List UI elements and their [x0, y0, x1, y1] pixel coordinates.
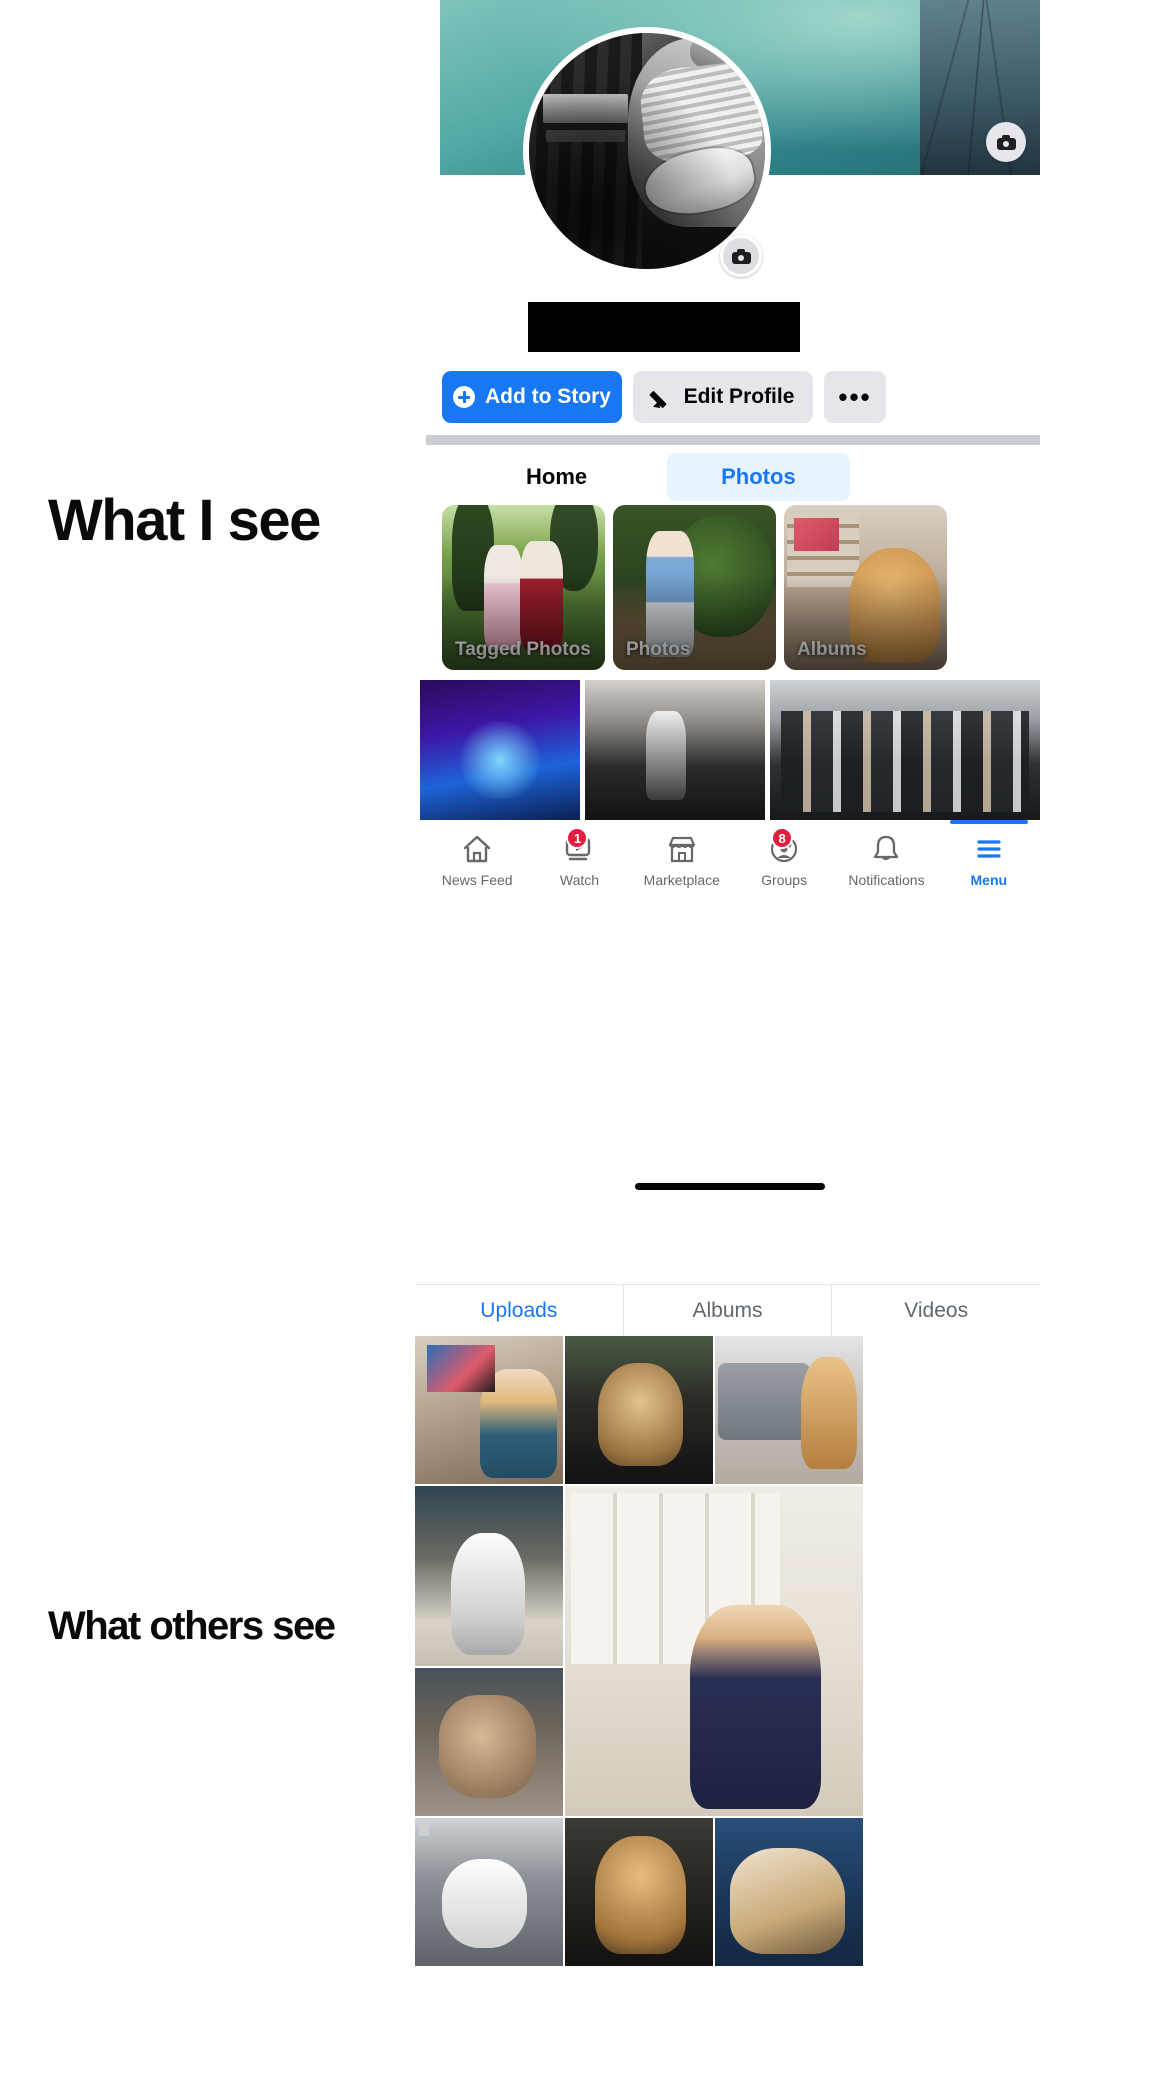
- nav-item-notifications[interactable]: Notifications: [841, 834, 931, 888]
- tab-videos[interactable]: Videos: [832, 1285, 1040, 1336]
- tab-uploads[interactable]: Uploads: [415, 1285, 624, 1336]
- edit-profile-button[interactable]: Edit Profile: [633, 371, 813, 423]
- photos-screenshot: Uploads Albums Videos: [415, 1252, 1040, 2080]
- profile-screenshot: Add to Story Edit Profile ••• Home Photo…: [420, 0, 1040, 1200]
- active-tab-indicator: [949, 820, 1028, 824]
- grid-photo[interactable]: [565, 1336, 713, 1484]
- video-play-icon: 1: [562, 827, 596, 864]
- add-to-story-label: Add to Story: [485, 385, 611, 408]
- tile-label: Photos: [626, 639, 691, 660]
- grid-photo[interactable]: [415, 1818, 563, 1966]
- nav-label: Watch: [559, 872, 600, 888]
- section-divider: [426, 435, 1040, 445]
- tab-photos[interactable]: Photos: [667, 453, 850, 501]
- nav-item-menu[interactable]: Menu: [944, 820, 1034, 888]
- bell-icon: [869, 834, 903, 864]
- camera-glyph: [996, 134, 1016, 150]
- photos-tab-row: Uploads Albums Videos: [415, 1284, 1040, 1336]
- bottom-navigation-bar: News Feed 1 Watch Marketplace 8 Groups N…: [426, 820, 1040, 916]
- tile-label: Albums: [797, 639, 867, 660]
- profile-tab-strip: Home Photos: [426, 453, 1040, 501]
- add-to-story-button[interactable]: Add to Story: [442, 371, 622, 423]
- nav-label: Marketplace: [643, 872, 720, 888]
- avatar-image: [529, 33, 765, 269]
- photo-thumbnail[interactable]: [420, 680, 580, 820]
- edit-profile-label: Edit Profile: [683, 385, 795, 408]
- home-icon: [460, 834, 494, 864]
- more-options-button[interactable]: •••: [824, 371, 886, 423]
- nav-label: Notifications: [848, 872, 925, 888]
- nav-item-marketplace[interactable]: Marketplace: [637, 834, 727, 888]
- profile-name-redacted: [528, 302, 800, 352]
- tile-tagged-photos[interactable]: Tagged Photos: [442, 505, 605, 670]
- photo-grid: [415, 1336, 1040, 2080]
- grid-photo[interactable]: [715, 1818, 863, 1966]
- nav-item-news-feed[interactable]: News Feed: [432, 834, 522, 888]
- grid-photo[interactable]: [415, 1486, 563, 1666]
- storefront-icon: [665, 834, 699, 864]
- plus-circle-icon: [453, 386, 475, 408]
- grid-photo[interactable]: [715, 1336, 863, 1484]
- nav-label: Groups: [761, 872, 808, 888]
- nav-item-watch[interactable]: 1 Watch: [534, 827, 624, 888]
- nav-item-groups[interactable]: 8 Groups: [739, 827, 829, 888]
- grid-photo[interactable]: [565, 1818, 713, 1966]
- nav-label: Menu: [970, 872, 1008, 888]
- ellipsis-icon: •••: [838, 381, 872, 412]
- photo-thumbnail[interactable]: [585, 680, 765, 820]
- photo-thumbnail[interactable]: [770, 680, 1040, 820]
- camera-icon[interactable]: [720, 235, 762, 277]
- camera-icon[interactable]: [986, 122, 1026, 162]
- annotation-what-others-see: What others see: [48, 1604, 336, 1648]
- groups-icon: 8: [767, 827, 801, 864]
- grid-photo[interactable]: [415, 1336, 563, 1484]
- tab-home[interactable]: Home: [526, 464, 587, 490]
- profile-action-row: Add to Story Edit Profile •••: [442, 369, 1040, 425]
- photo-highlight-row: Tagged Photos Photos Albums: [442, 505, 1040, 670]
- photo-strip-row: [420, 680, 1040, 820]
- tile-photos[interactable]: Photos: [613, 505, 776, 670]
- tile-label: Tagged Photos: [455, 639, 591, 660]
- badge-count: 8: [771, 827, 794, 849]
- grid-photo[interactable]: [415, 1668, 563, 1816]
- tile-albums[interactable]: Albums: [784, 505, 947, 670]
- annotation-what-i-see: What I see: [48, 488, 321, 553]
- hamburger-menu-icon: [972, 834, 1006, 864]
- nav-label: News Feed: [441, 872, 513, 888]
- grid-photo[interactable]: [565, 1486, 863, 1816]
- pencil-icon: [652, 386, 674, 408]
- home-indicator: [635, 1183, 825, 1190]
- camera-glyph: [731, 248, 751, 264]
- tab-albums[interactable]: Albums: [624, 1285, 833, 1336]
